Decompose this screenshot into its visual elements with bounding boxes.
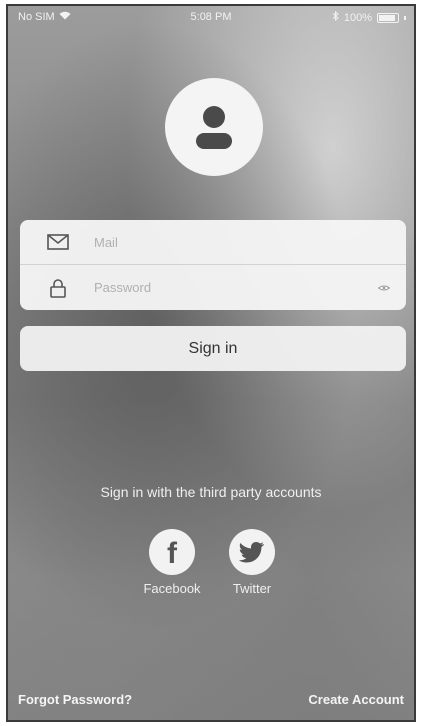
battery-percent: 100% [343,11,372,24]
forgot-password-link[interactable]: Forgot Password? [18,692,132,707]
status-bar: No SIM 5:08 PM 100% [8,6,414,28]
phone-screen: No SIM 5:08 PM 100% Mail Sign in Sign in… [6,4,416,722]
lock-icon [44,276,72,300]
email-row [20,220,406,265]
sign-in-button[interactable]: Sign in [20,326,406,371]
mail-icon [44,230,72,254]
bluetooth-icon [332,10,339,24]
battery-icon [377,12,399,23]
battery-nub [404,15,406,20]
eye-icon[interactable] [377,283,391,293]
facebook-icon[interactable]: f [149,529,195,575]
third-party-heading: Sign in with the third party accounts [100,484,322,500]
facebook-login[interactable]: f Facebook [142,529,202,596]
twitter-icon[interactable] [229,529,275,575]
password-row [20,265,406,310]
facebook-label: Facebook [143,581,201,596]
email-field[interactable] [94,234,406,250]
password-field[interactable] [94,280,378,295]
twitter-login[interactable]: Twitter [222,529,282,596]
login-card [20,220,406,310]
status-right: 100% [332,10,406,24]
create-account-link[interactable]: Create Account [308,692,404,707]
twitter-label: Twitter [232,581,272,596]
user-avatar-icon [196,106,232,149]
user-avatar[interactable] [165,78,263,176]
